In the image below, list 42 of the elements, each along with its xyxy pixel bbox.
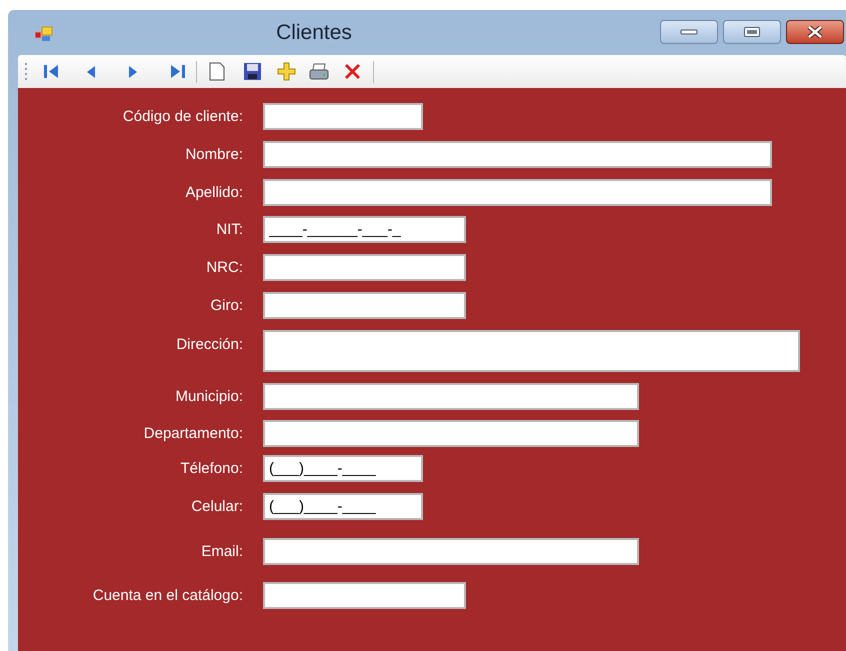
input-field[interactable] [263,420,639,447]
input-field[interactable] [263,141,772,168]
restore-icon [743,26,761,38]
field-label: Municipio: [174,387,243,407]
field-label: Celular: [190,497,243,517]
previous-icon [87,66,95,78]
input-field[interactable] [263,254,466,281]
input-field[interactable]: ____-______-___-_ [263,216,466,243]
field-label: Apellido: [184,183,243,203]
field-label: NIT: [215,220,243,240]
field-label: Código de cliente: [122,107,243,127]
input-field[interactable] [263,582,466,609]
field-label: NRC: [205,258,243,278]
close-icon [806,26,824,38]
save-icon [242,61,262,82]
input-field[interactable]: (___)____-____ [263,493,423,520]
input-field[interactable]: (___)____-____ [263,455,423,482]
field-label: Télefono: [179,459,243,479]
input-field[interactable] [263,383,639,410]
input-field[interactable] [263,179,772,206]
save-button[interactable] [241,60,263,82]
input-field[interactable] [263,292,466,319]
printer-button[interactable] [307,60,329,82]
field-label: Dirección: [175,335,243,355]
field-label: Departamento: [142,424,243,444]
minimize-icon [680,28,698,34]
input-field[interactable] [263,538,639,565]
maximize-button[interactable] [723,20,781,44]
printer-icon [308,61,328,82]
plus-button[interactable] [275,60,297,82]
field-label: Cuenta en el catálogo: [92,586,243,606]
input-field[interactable] [263,103,423,130]
window-title: Clientes [276,20,352,46]
minimize-button[interactable] [660,20,718,44]
next-icon [129,66,137,78]
plus-icon [276,61,296,82]
field-label: Giro: [209,296,243,316]
field-label: Email: [200,542,243,562]
grip-icon [24,62,28,82]
app-icon [35,26,53,42]
close-button[interactable] [786,20,844,44]
field-label: Nombre: [184,145,243,165]
